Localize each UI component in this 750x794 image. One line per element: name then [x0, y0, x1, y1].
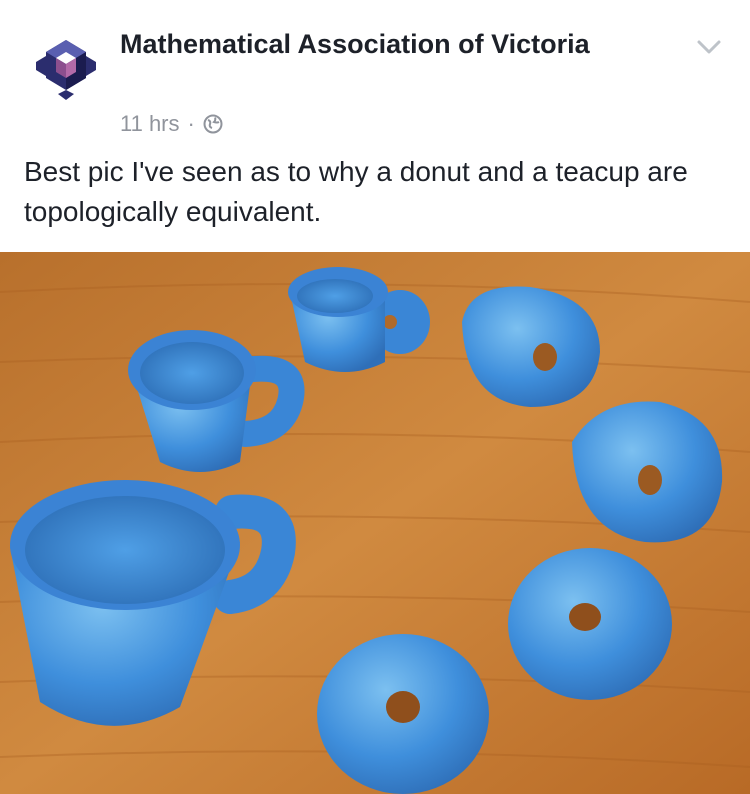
globe-icon: [203, 114, 223, 134]
post-photo[interactable]: [0, 252, 750, 794]
post-header: Mathematical Association of Victoria 11 …: [0, 0, 750, 140]
timestamp[interactable]: 11 hrs: [120, 111, 180, 137]
donut-1: [508, 548, 672, 700]
donut-teacup-photo: [0, 252, 750, 794]
mav-logo-icon: [22, 22, 110, 110]
author-name[interactable]: Mathematical Association of Victoria: [120, 26, 640, 62]
post-meta: 11 hrs ·: [120, 110, 223, 138]
chevron-down-icon: [697, 40, 721, 54]
post-options-button[interactable]: [692, 30, 726, 64]
page-avatar[interactable]: [22, 22, 110, 110]
meta-separator: ·: [187, 111, 195, 136]
donut-2: [317, 634, 489, 794]
post-text: Best pic I've seen as to why a donut and…: [24, 156, 688, 227]
